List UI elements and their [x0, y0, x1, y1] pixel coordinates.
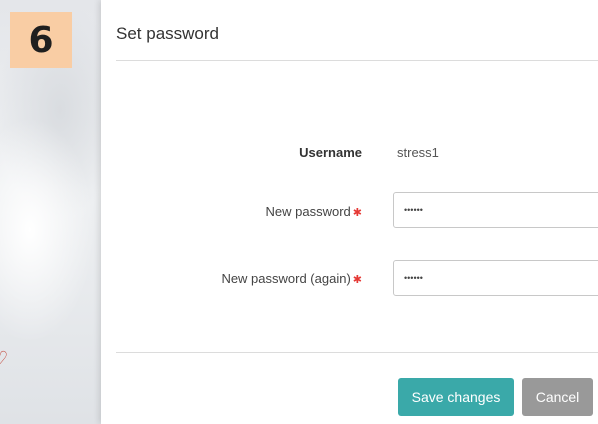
- new-password-masked-value: ••••••: [404, 205, 423, 215]
- step-number: 6: [28, 19, 54, 61]
- dialog-title: Set password: [116, 24, 219, 43]
- new-password-again-label-text: New password (again): [221, 271, 351, 286]
- required-asterisk-icon: ✱: [352, 273, 362, 286]
- username-value: stress1: [397, 145, 439, 160]
- required-asterisk-icon: ✱: [352, 206, 362, 219]
- save-changes-button[interactable]: Save changes: [398, 378, 514, 416]
- cancel-button[interactable]: Cancel: [522, 378, 593, 416]
- footer-divider: [116, 352, 598, 353]
- new-password-input[interactable]: ••••••: [393, 192, 598, 228]
- username-label: Username: [299, 145, 362, 160]
- step-number-badge: 6: [10, 12, 72, 68]
- new-password-label-text: New password: [265, 204, 351, 219]
- new-password-label: New password ✱: [266, 204, 362, 219]
- background-heart-icon: ♡: [0, 348, 9, 369]
- new-password-again-label: New password (again) ✱: [221, 271, 362, 286]
- new-password-again-input[interactable]: ••••••: [393, 260, 598, 296]
- set-password-dialog: Set password Username stress1 New passwo…: [101, 0, 598, 424]
- new-password-again-masked-value: ••••••: [404, 273, 423, 283]
- header-divider: [116, 60, 598, 61]
